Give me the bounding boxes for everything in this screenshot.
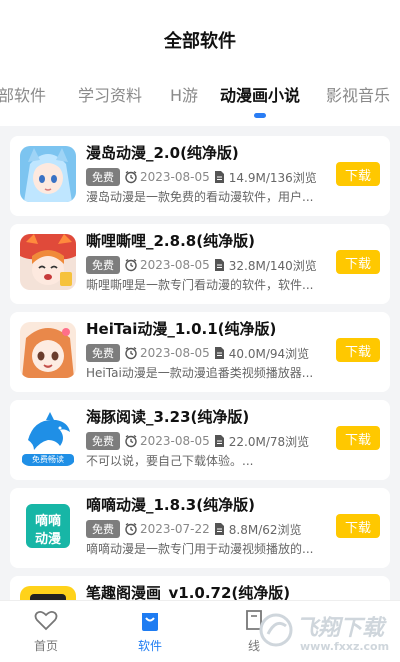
active-tab-indicator	[254, 113, 266, 118]
app-date: 2023-07-22	[140, 522, 210, 536]
app-meta: 免费 2023-08-05 14.9M/136浏览	[86, 168, 317, 186]
didi-icon: 嘀嘀 动漫	[20, 498, 76, 554]
bag-icon	[142, 613, 158, 631]
free-badge: 免费	[86, 168, 120, 186]
nav-home-label: 首页	[33, 639, 58, 653]
free-badge: 免费	[86, 256, 120, 274]
app-meta: 免费 2023-07-22 8.8M/62浏览	[86, 520, 302, 538]
nav-software[interactable]: 软件	[110, 607, 190, 654]
app-card[interactable]: 嘀嘀 动漫 嘀嘀动漫_1.8.3(纯净版) 免费 2023-07-22 8.8M…	[10, 488, 390, 568]
didi-icon-text-bottom: 动漫	[34, 532, 61, 547]
app-card[interactable]: 漫岛动漫_2.0(纯净版) 免费 2023-08-05 14.9M/136浏览 …	[10, 136, 390, 216]
file-icon	[214, 435, 224, 447]
app-card[interactable]: 嘶哩嘶哩_2.8.8(纯净版) 免费 2023-08-05 32.8M/140浏…	[10, 224, 390, 304]
app-meta: 免费 2023-08-05 22.0M/78浏览	[86, 432, 309, 450]
tab-study-materials[interactable]: 学习资料	[78, 82, 142, 106]
download-button[interactable]: 下载	[336, 162, 380, 186]
app-date: 2023-08-05	[140, 170, 210, 184]
file-icon	[214, 347, 224, 359]
app-size-views: 40.0M/94浏览	[228, 346, 310, 361]
app-size-views: 8.8M/62浏览	[228, 522, 302, 537]
free-badge: 免费	[86, 432, 120, 450]
app-description: 漫岛动漫是一款免费的看动漫软件，用户...	[86, 190, 314, 204]
biquge-icon	[20, 586, 76, 600]
watermark-logo: 飞翔下载 www.fxxz.com	[256, 606, 396, 660]
app-card[interactable]: 笔趣阁漫画_v1.0.72(纯净版)	[10, 576, 390, 600]
didi-icon-text-top: 嘀嘀	[34, 514, 61, 529]
watermark-emblem-icon	[259, 613, 293, 647]
category-tabs: 全部软件 学习资料 H游 动漫画小说 影视音乐	[0, 72, 400, 122]
nav-software-label: 软件	[137, 639, 162, 653]
app-title[interactable]: HeiTai动漫_1.0.1(纯净版)	[86, 318, 276, 339]
header-bar: 全部软件	[0, 0, 400, 72]
app-card[interactable]: HeiTai动漫_1.0.1(纯净版) 免费 2023-08-05 40.0M/…	[10, 312, 390, 392]
anime-girl-red-icon	[20, 234, 76, 290]
file-icon	[214, 523, 224, 535]
app-title[interactable]: 嘶哩嘶哩_2.8.8(纯净版)	[86, 230, 255, 251]
download-button[interactable]: 下载	[336, 514, 380, 538]
anime-girl-orange-icon	[20, 322, 76, 378]
app-date: 2023-08-05	[140, 434, 210, 448]
nav-home[interactable]: 首页	[6, 607, 86, 654]
free-badge: 免费	[86, 520, 120, 538]
app-date: 2023-08-05	[140, 346, 210, 360]
heart-icon	[34, 610, 58, 631]
download-button[interactable]: 下载	[336, 250, 380, 274]
app-title[interactable]: 笔趣阁漫画_v1.0.72(纯净版)	[86, 582, 290, 600]
dolphin-icon-label: 免费畅读	[32, 455, 64, 464]
watermark-text: 飞翔下载	[296, 616, 385, 641]
app-meta: 免费 2023-08-05 40.0M/94浏览	[86, 344, 309, 362]
free-badge: 免费	[86, 344, 120, 362]
app-size-views: 14.9M/136浏览	[228, 170, 317, 185]
download-button[interactable]: 下载	[336, 426, 380, 450]
app-size-views: 22.0M/78浏览	[228, 434, 310, 449]
file-icon	[214, 259, 224, 271]
tab-all-software[interactable]: 全部软件	[0, 82, 46, 106]
app-description: HeiTai动漫是一款动漫追番类视频播放器...	[86, 366, 314, 380]
tab-h-games[interactable]: H游	[170, 82, 198, 106]
app-card[interactable]: 免费畅读 海豚阅读_3.23(纯净版) 免费 2023-08-05 22.0M/…	[10, 400, 390, 480]
dolphin-icon: 免费畅读	[20, 410, 76, 466]
app-title[interactable]: 海豚阅读_3.23(纯净版)	[86, 406, 249, 427]
file-icon	[214, 171, 224, 183]
app-description: 不可以说，要自己下载体验。...	[86, 454, 254, 468]
page-title: 全部软件	[164, 31, 236, 52]
clock-icon	[125, 523, 137, 536]
download-button[interactable]: 下载	[336, 338, 380, 362]
clock-icon	[125, 435, 137, 448]
clock-icon	[125, 171, 137, 184]
app-title[interactable]: 漫岛动漫_2.0(纯净版)	[86, 142, 239, 163]
app-title[interactable]: 嘀嘀动漫_1.8.3(纯净版)	[86, 494, 255, 515]
watermark-url: www.fxxz.com	[300, 640, 390, 653]
app-description: 嘶哩嘶哩是一款专门看动漫的软件，软件...	[86, 278, 314, 292]
clock-icon	[125, 347, 137, 360]
app-date: 2023-08-05	[140, 258, 210, 272]
app-list: 漫岛动漫_2.0(纯净版) 免费 2023-08-05 14.9M/136浏览 …	[0, 126, 400, 600]
app-description: 嘀嘀动漫是一款专门用于动漫视频播放的...	[86, 542, 314, 556]
anime-girl-blue-icon	[20, 146, 76, 202]
app-meta: 免费 2023-08-05 32.8M/140浏览	[86, 256, 317, 274]
tab-anime-comics-novels[interactable]: 动漫画小说	[220, 82, 300, 106]
tab-movies-music[interactable]: 影视音乐	[326, 82, 390, 106]
clock-icon	[125, 259, 137, 272]
app-size-views: 32.8M/140浏览	[228, 258, 317, 273]
